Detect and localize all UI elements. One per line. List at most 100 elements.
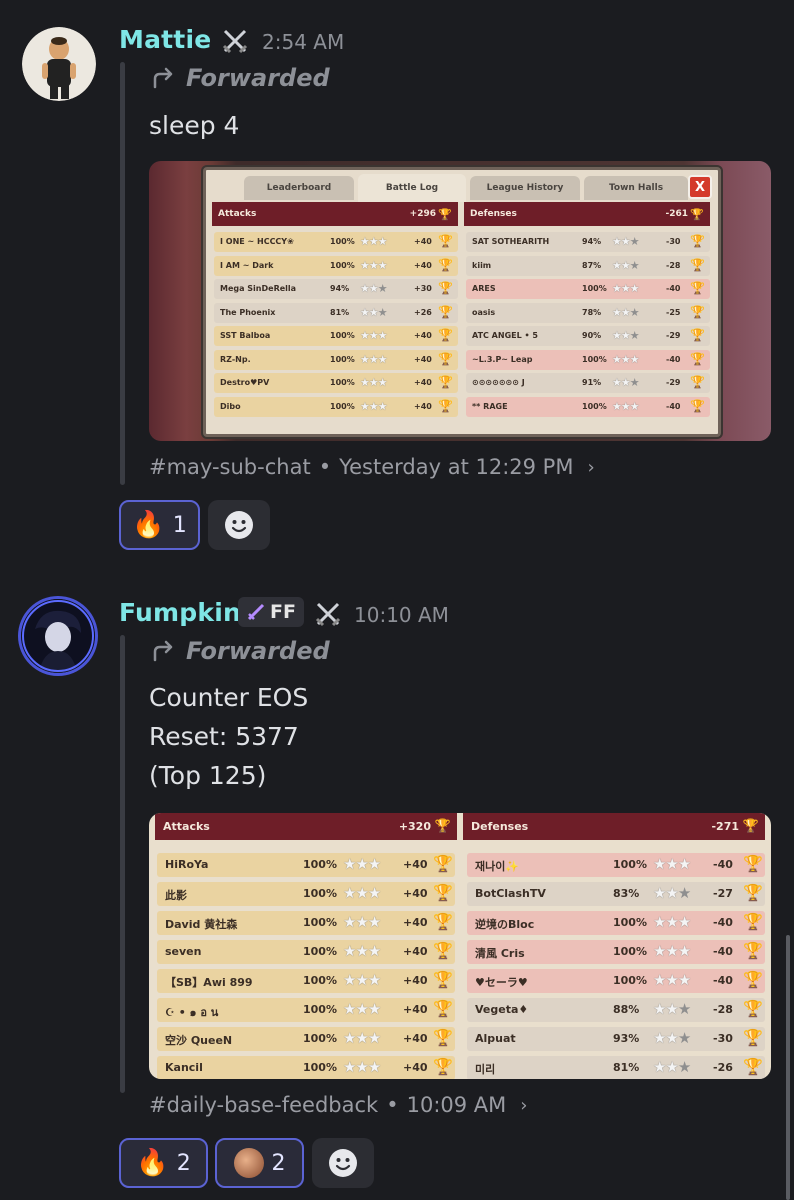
destruction-percent: 78%: [582, 307, 602, 317]
player-name: 空沙 QueeN: [165, 1034, 233, 1047]
destruction-percent: 93%: [613, 1032, 640, 1045]
destruction-percent: 94%: [582, 237, 602, 246]
player-name: Alpuat: [475, 1032, 516, 1045]
defense-row: ♥セーラ♥ 100% ★★★ -40 🏆: [467, 969, 765, 993]
attacks-label: Attacks: [218, 209, 257, 219]
defenses-total: -271: [711, 820, 739, 833]
star-rating: ★★★: [360, 235, 388, 248]
defense-row: Vegeta♦ 88% ★★★ -28 🏆: [467, 998, 765, 1022]
player-name: Vegeta♦: [475, 1003, 529, 1016]
chevron-right-icon: ›: [520, 1094, 528, 1116]
trophy-change: +40: [403, 1061, 428, 1074]
star-rating: ★★★: [653, 884, 691, 902]
defense-row: 재나이✨ 100% ★★★ -40 🏆: [467, 853, 765, 877]
username[interactable]: Fumpkin: [119, 598, 241, 627]
avatar-fumpkin[interactable]: [21, 599, 95, 673]
close-button[interactable]: X: [688, 175, 712, 199]
trophy-change: +40: [403, 1032, 428, 1045]
star-rating: ★★★: [612, 329, 640, 342]
trophy-icon: 🏆: [690, 351, 705, 366]
star-rating: ★★★: [612, 258, 640, 272]
add-reaction-button[interactable]: [208, 500, 270, 550]
defense-row: ⊙⊙⊙⊙⊙⊙⊙ J 91% ★★★ -29 🏆: [466, 373, 710, 393]
defenses-label: Defenses: [470, 209, 517, 219]
trophy-icon: 🏆: [438, 398, 453, 413]
trophy-change: -40: [713, 916, 733, 929]
destruction-percent: 100%: [330, 378, 355, 387]
destruction-percent: 94%: [330, 284, 350, 293]
trophy-change: +40: [414, 237, 432, 246]
trophy-change: +40: [414, 260, 432, 270]
trophy-icon: 🏆: [433, 999, 453, 1018]
reaction-flames[interactable]: 🔥 2: [119, 1138, 208, 1188]
crying-face-emoji-icon: [233, 1148, 264, 1178]
trophy-change: -25: [666, 307, 681, 317]
separator-dot: •: [386, 1093, 399, 1117]
star-rating: ★★★: [343, 942, 381, 960]
star-rating: ★★★: [612, 376, 640, 389]
trophy-icon: 🏆: [433, 1028, 453, 1047]
attack-row: Mega SinDeRella 94% ★★★ +30 🏆: [214, 279, 458, 299]
trophy-change: +40: [403, 916, 428, 929]
trophy-change: -40: [713, 858, 733, 871]
defenses-total: -261: [665, 209, 688, 219]
defense-row: Alpuat 93% ★★★ -30 🏆: [467, 1027, 765, 1051]
crossed-swords-icon: [222, 29, 248, 54]
server-tag[interactable]: FF: [238, 597, 304, 627]
defense-row: 清風 Cris 100% ★★★ -40 🏆: [467, 940, 765, 964]
destruction-percent: 100%: [613, 858, 647, 871]
player-name: David 黄社森: [165, 918, 238, 931]
attachment-screenshot[interactable]: Attacks +320 🏆 Defenses -271 🏆 HiRoYa 100…: [149, 813, 771, 1079]
trophy-icon: 🏆: [434, 819, 451, 834]
trophy-change: -40: [666, 284, 681, 293]
attack-row: HiRoYa 100% ★★★ +40 🏆: [157, 853, 455, 877]
source-time: 10:09 AM: [406, 1093, 507, 1117]
reaction-fire[interactable]: 🔥 1: [119, 500, 200, 550]
trophy-change: -28: [666, 260, 681, 270]
message-text: sleep 4: [149, 111, 240, 140]
destruction-percent: 100%: [303, 945, 337, 958]
player-name: Mega SinDeRella: [220, 284, 297, 293]
defense-row: 逆境のBloc 100% ★★★ -40 🏆: [467, 911, 765, 935]
trophy-icon: 🏆: [433, 854, 453, 873]
star-rating: ★★★: [653, 971, 691, 989]
trophy-change: +40: [403, 858, 428, 871]
fire-emoji-icon: 🔥: [132, 510, 165, 540]
star-rating: ★★★: [653, 913, 691, 931]
source-channel[interactable]: #may-sub-chat: [149, 455, 311, 479]
message-text-line-3: (Top 125): [149, 761, 267, 790]
destruction-percent: 100%: [582, 354, 607, 364]
player-name: ATC ANGEL • 5: [472, 331, 538, 340]
username[interactable]: Mattie: [119, 25, 211, 54]
player-name: ~L.3.P~ Leap: [472, 354, 533, 364]
source-channel[interactable]: #daily-base-feedback: [149, 1093, 378, 1117]
trophy-icon: 🏆: [433, 883, 453, 902]
scrollbar[interactable]: [786, 935, 790, 1200]
avatar-mattie[interactable]: [22, 27, 96, 101]
attacks-total: +296: [409, 209, 436, 219]
add-reaction-button[interactable]: [312, 1138, 374, 1188]
star-rating: ★★★: [612, 235, 640, 248]
attachment-screenshot[interactable]: Leaderboard Battle Log League History To…: [149, 161, 771, 441]
tab-leaderboard[interactable]: Leaderboard: [244, 176, 354, 200]
defense-row: ~L.3.P~ Leap 100% ★★★ -40 🏆: [466, 349, 710, 370]
tab-town-halls[interactable]: Town Halls: [584, 176, 688, 200]
player-name: 미리: [475, 1063, 496, 1076]
forward-arrow-icon: [153, 67, 173, 89]
forward-source[interactable]: #daily-base-feedback • 10:09 AM ›: [149, 1093, 528, 1117]
defense-row: ATC ANGEL • 5 90% ★★★ -29 🏆: [466, 326, 710, 346]
tab-battle-log[interactable]: Battle Log: [358, 174, 466, 202]
player-name: kiim: [472, 260, 492, 270]
star-rating: ★★★: [612, 305, 640, 319]
server-tag-text: FF: [270, 601, 296, 623]
tab-league-history[interactable]: League History: [470, 176, 580, 200]
defenses-label: Defenses: [471, 820, 529, 833]
reaction-count: 2: [271, 1150, 286, 1176]
attacks-header: Attacks +320 🏆: [155, 813, 457, 840]
destruction-percent: 100%: [613, 945, 647, 958]
reaction-crying-face[interactable]: 2: [215, 1138, 304, 1188]
forward-arrow-icon: [153, 640, 173, 662]
trophy-icon: 🏆: [438, 207, 452, 221]
forward-source[interactable]: #may-sub-chat • Yesterday at 12:29 PM ›: [149, 455, 595, 479]
player-name: SST Balboa: [220, 331, 271, 340]
